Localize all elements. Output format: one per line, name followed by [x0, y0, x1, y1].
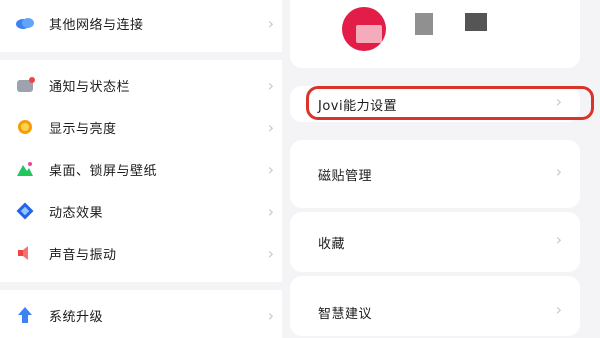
menu-item-wallpaper[interactable]: 桌面、锁屏与壁纸 › — [0, 148, 282, 190]
chevron-right-icon: › — [267, 243, 274, 263]
chevron-right-icon: › — [267, 201, 274, 221]
menu-item-label: 动态效果 — [49, 205, 104, 221]
menu-item-other-network[interactable]: 其他网络与连接 › — [0, 2, 282, 44]
motion-icon — [14, 200, 36, 222]
sound-icon — [14, 242, 36, 264]
menu-item-system-upgrade[interactable]: 系统升级 › — [0, 294, 282, 336]
chevron-right-icon: › — [555, 230, 562, 249]
list-item-tiles[interactable]: 磁贴管理 › — [290, 154, 580, 194]
notification-icon — [14, 74, 36, 96]
menu-item-label: 显示与亮度 — [49, 121, 117, 137]
chevron-right-icon: › — [267, 305, 274, 325]
chevron-right-icon: › — [267, 75, 274, 95]
settings-menu: 其他网络与连接 › 通知与状态栏 › 显示与亮度 › 桌面、锁屏与壁纸 › 动态… — [0, 0, 282, 338]
wallpaper-icon — [14, 158, 36, 180]
menu-item-display[interactable]: 显示与亮度 › — [0, 106, 282, 148]
list-item-smart-suggestions[interactable]: 智慧建议 › — [290, 292, 580, 332]
list-item-label: 磁贴管理 — [318, 169, 373, 184]
menu-item-label: 系统升级 — [49, 309, 104, 325]
chevron-right-icon: › — [555, 162, 562, 181]
highlight-box — [306, 86, 594, 120]
blurred-name — [415, 13, 433, 35]
brightness-icon — [14, 116, 36, 138]
cloud-icon — [14, 12, 36, 34]
menu-item-notifications[interactable]: 通知与状态栏 › — [0, 64, 282, 106]
list-item-label: 智慧建议 — [318, 307, 373, 322]
menu-item-label: 声音与振动 — [49, 247, 117, 263]
chevron-right-icon: › — [267, 117, 274, 137]
chevron-right-icon: › — [555, 300, 562, 319]
menu-item-sound[interactable]: 声音与振动 › — [0, 232, 282, 274]
list-item-label: 收藏 — [318, 237, 346, 252]
avatar — [342, 7, 386, 51]
list-item-favorites[interactable]: 收藏 › — [290, 222, 580, 262]
menu-item-label: 通知与状态栏 — [49, 79, 131, 95]
blurred-name — [465, 13, 487, 31]
divider — [0, 52, 282, 60]
chevron-right-icon: › — [267, 13, 274, 33]
menu-item-label: 桌面、锁屏与壁纸 — [49, 163, 158, 179]
menu-item-motion[interactable]: 动态效果 › — [0, 190, 282, 232]
divider — [0, 282, 282, 290]
upgrade-icon — [14, 304, 36, 326]
chevron-right-icon: › — [267, 159, 274, 179]
right-panel: Jovi能力设置 › 磁贴管理 › 收藏 › 智慧建议 › — [282, 0, 600, 338]
menu-item-label: 其他网络与连接 — [49, 17, 144, 33]
account-card[interactable] — [290, 0, 580, 68]
